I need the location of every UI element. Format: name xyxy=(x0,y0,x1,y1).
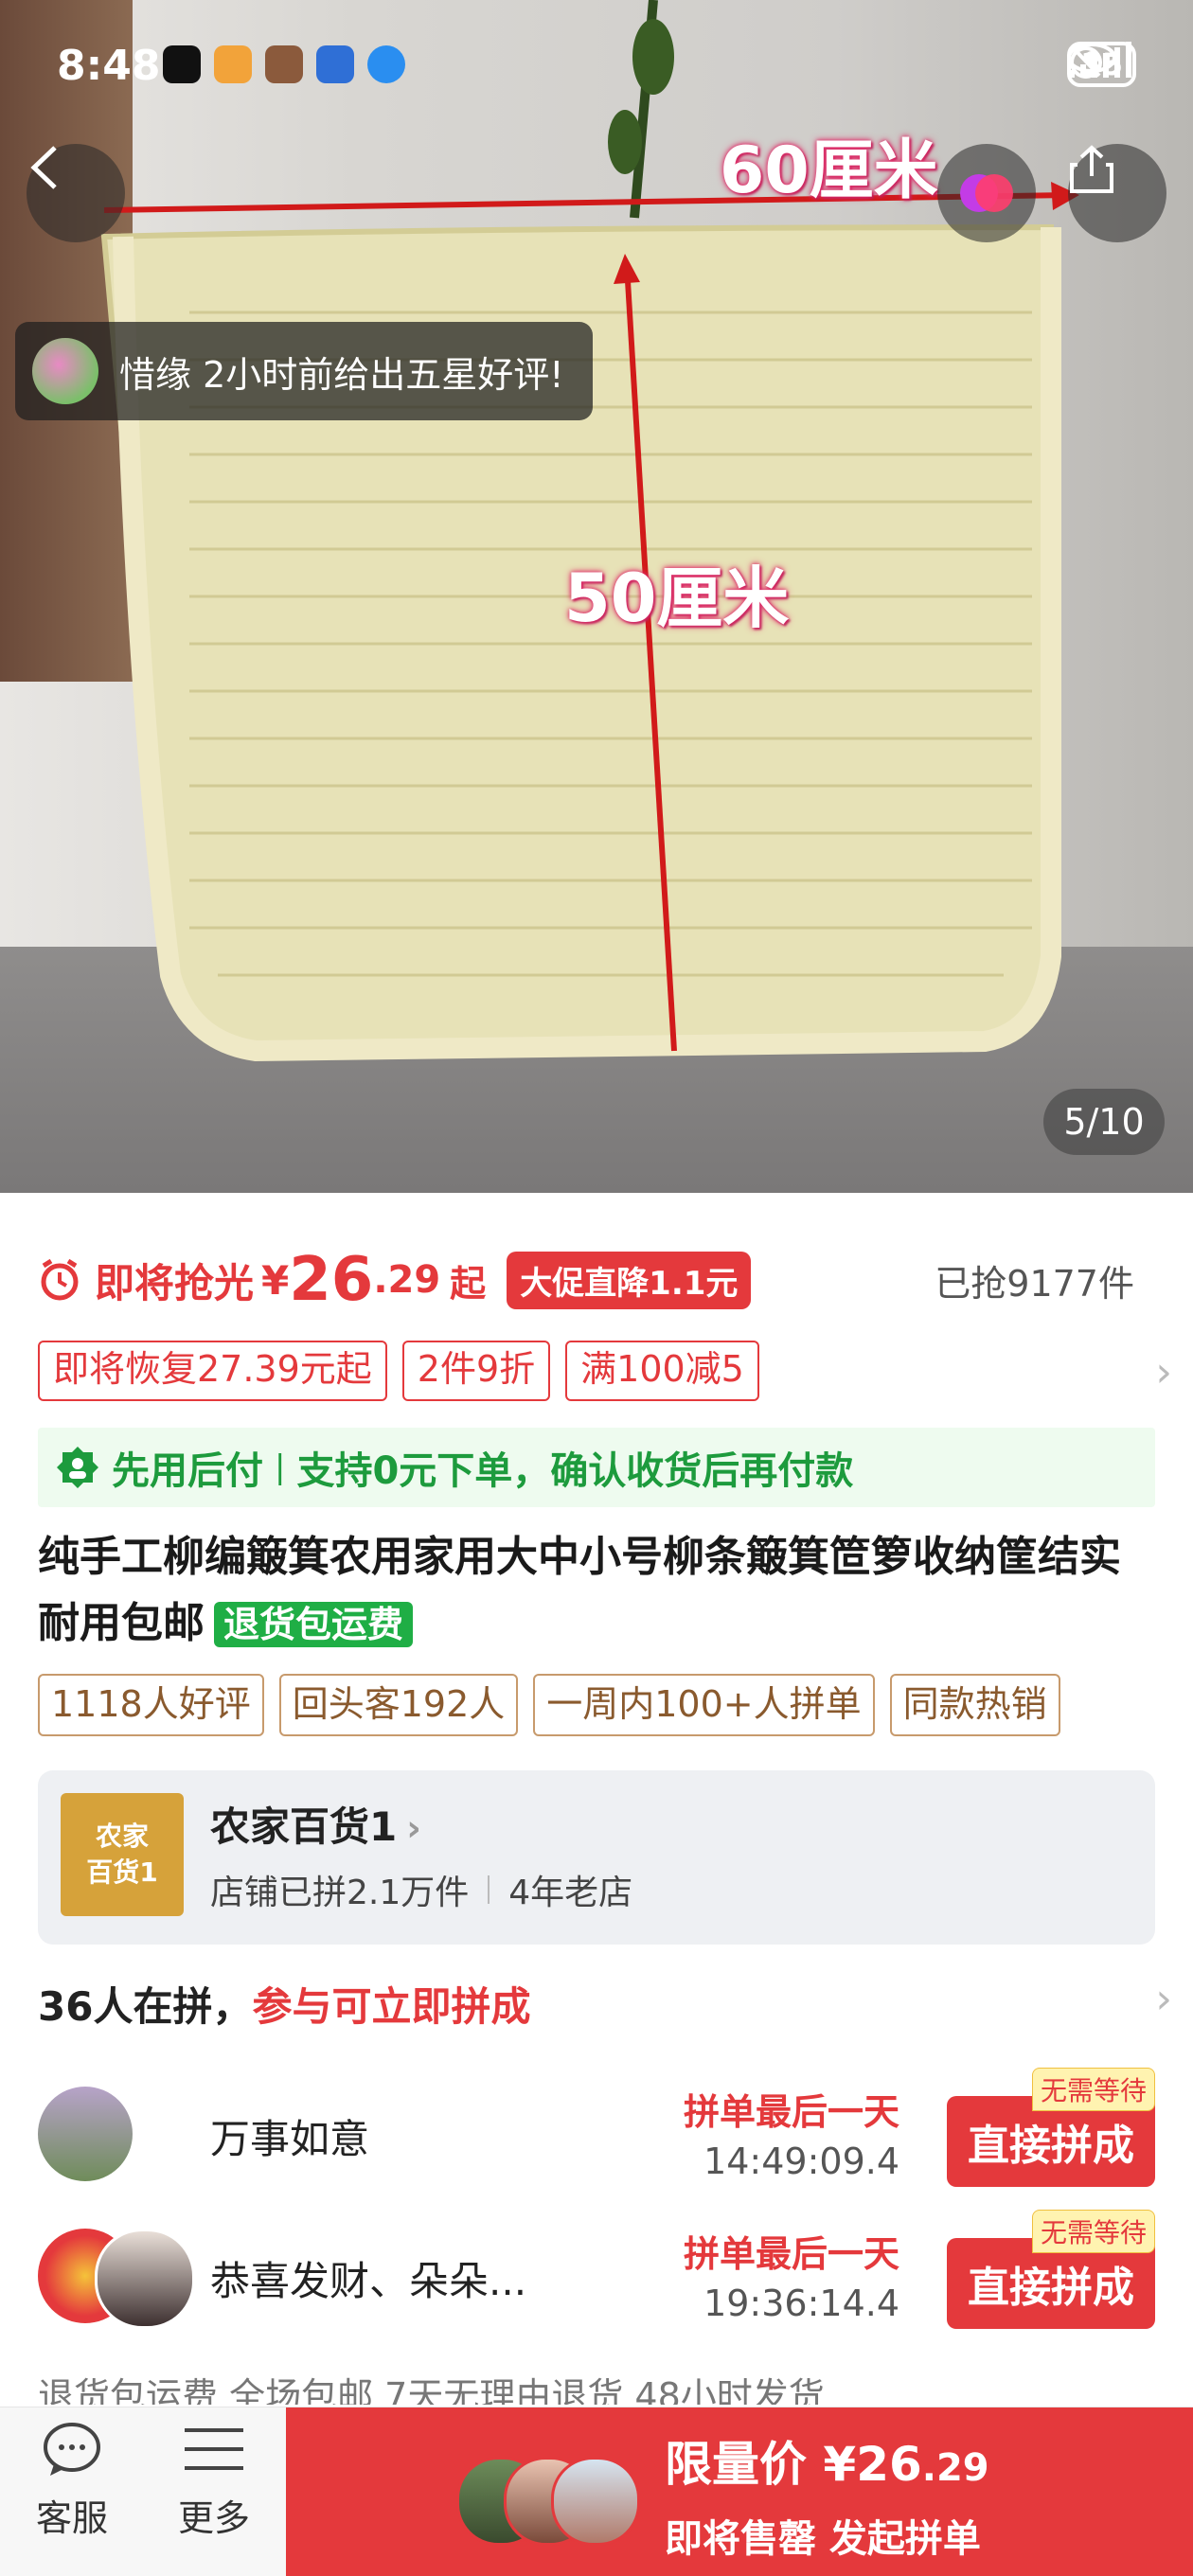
shop-logo-line1: 农家 xyxy=(95,1821,149,1852)
graduation-icon xyxy=(316,45,354,83)
share-button[interactable] xyxy=(1068,144,1166,242)
menu-icon xyxy=(185,2428,243,2470)
review-text: 惜缘 2小时前给出五星好评! xyxy=(119,353,564,396)
price-row: 即将抢光 ¥ 26 .29 起 大促直降1.1元 已抢9177件 xyxy=(38,1242,1155,1318)
limited-price: 限量价 ¥26.29 xyxy=(665,2426,989,2495)
app-icon-2 xyxy=(214,45,252,83)
start-group-label: 即将售罄 发起拼单 xyxy=(665,2517,981,2561)
stat-good-reviews: 1118人好评 xyxy=(38,1674,264,1736)
status-right: 35 xyxy=(1067,42,1136,87)
shop-card[interactable]: 农家 百货1 农家百货1 › 店铺已拼2.1万件 4年老店 xyxy=(38,1770,1155,1945)
group-buy-header[interactable]: 36人在拼，参与可立即拼成 › xyxy=(38,1975,1172,2037)
browser-icon xyxy=(367,45,405,83)
review-banner: 惜缘 2小时前给出五星好评! xyxy=(15,322,593,420)
favorite-button[interactable] xyxy=(937,144,1036,242)
group-leader-name: 万事如意 xyxy=(210,2116,370,2162)
pay-later-banner[interactable]: 先用后付 | 支持0元下单，确认收货后再付款 xyxy=(38,1428,1155,1507)
countdown-timer: 19:36:14.4 xyxy=(703,2283,899,2324)
group-leader-name: 恭喜发财、朵朵... xyxy=(210,2258,527,2304)
status-time: 8:48 xyxy=(57,42,161,90)
product-image-carousel[interactable]: 60厘米 50厘米 8:48 35 惜缘 2小时前给出五星好评! 5/10 xyxy=(0,0,1193,1193)
back-button[interactable] xyxy=(27,144,125,242)
no-wait-badge: 无需等待 xyxy=(1031,2068,1155,2111)
shop-name-text: 农家百货1 xyxy=(210,1803,398,1850)
limited-price-decimal: .29 xyxy=(921,2446,989,2490)
sellout-soon-label: 即将抢光 xyxy=(95,1259,255,1306)
coupon-full-reduction[interactable]: 满100减5 xyxy=(565,1341,759,1401)
alarm-clock-icon xyxy=(41,1258,79,1301)
more-label: 更多 xyxy=(177,2497,250,2539)
avatar xyxy=(551,2457,640,2546)
currency-symbol: ¥ xyxy=(261,1256,290,1304)
shop-logo: 农家百货1 xyxy=(61,1793,184,1916)
chevron-right-icon: › xyxy=(1155,1975,1172,2023)
group-deadline: 拼单最后一天 14:49:09.4 xyxy=(684,2083,899,2182)
group-count-label: 36人在拼， xyxy=(38,1983,253,2030)
coupon-row[interactable]: 即将恢复27.39元起 2件9折 满100减5 xyxy=(38,1341,1174,1401)
chevron-right-icon: › xyxy=(406,1807,421,1849)
limited-price-main: 限量价 ¥26 xyxy=(665,2437,922,2492)
status-app-icons xyxy=(163,45,405,83)
countdown-timer: 14:49:09.4 xyxy=(703,2141,899,2182)
reviewer-avatar xyxy=(32,338,98,404)
shop-logo-line2: 百货1 xyxy=(86,1856,158,1888)
price-integer: 26 xyxy=(289,1245,374,1315)
dimension-height-label: 50厘米 xyxy=(564,560,790,637)
stat-hot-seller: 同款热销 xyxy=(889,1674,1060,1736)
price-decimal: .29 xyxy=(373,1258,441,1302)
customer-service-label: 客服 xyxy=(35,2497,108,2539)
share-icon xyxy=(1070,145,1113,193)
shop-group-count: 店铺已拼2.1万件 xyxy=(210,1874,470,1912)
avatar xyxy=(38,2087,133,2181)
group-row: 万事如意 拼单最后一天 14:49:09.4 直接拼成 无需等待 xyxy=(38,2068,1155,2191)
return-shipping-tag: 退货包运费 xyxy=(214,1602,414,1647)
app-icon-3 xyxy=(265,45,303,83)
coupon-two-items[interactable]: 2件9折 xyxy=(401,1341,551,1401)
more-button[interactable]: 更多 xyxy=(148,2421,280,2541)
coupon-restore-price[interactable]: 即将恢复27.39元起 xyxy=(38,1341,387,1401)
sold-count: 已抢9177件 xyxy=(935,1262,1134,1305)
shop-meta-divider xyxy=(488,1875,490,1904)
chevron-right-icon[interactable]: › xyxy=(1155,1348,1172,1396)
buyer-avatars xyxy=(456,2457,640,2546)
avatar xyxy=(95,2229,195,2329)
deadline-label: 拼单最后一天 xyxy=(683,2233,899,2275)
pay-later-description: 支持0元下单，确认收货后再付款 xyxy=(296,1449,854,1493)
douyin-icon xyxy=(163,45,201,83)
promo-tag: 大促直降1.1元 xyxy=(507,1251,752,1309)
bottom-action-bar: 客服 更多 限量价 ¥26.29 即将售罄 发起拼单 xyxy=(0,2407,1193,2576)
chevron-left-icon xyxy=(30,146,57,189)
pay-later-divider: | xyxy=(275,1448,286,1486)
price-suffix: 起 xyxy=(450,1262,487,1305)
product-title-text: 纯手工柳编簸箕农用家用大中小号柳条簸箕笸箩收纳筐结实耐用包邮 xyxy=(38,1533,1121,1647)
stat-tags-row: 1118人好评 回头客192人 一周内100+人拼单 同款热销 xyxy=(38,1674,1193,1736)
no-wait-badge: 无需等待 xyxy=(1031,2210,1155,2253)
shop-meta: 店铺已拼2.1万件 4年老店 xyxy=(210,1865,632,1914)
dual-circle-icon xyxy=(960,174,1013,212)
group-row: 恭喜发财、朵朵... 拼单最后一天 19:36:14.4 直接拼成 无需等待 xyxy=(38,2210,1155,2333)
customer-service-button[interactable]: 客服 xyxy=(6,2421,138,2541)
pay-later-badge-icon xyxy=(57,1447,98,1488)
shop-age: 4年老店 xyxy=(508,1874,633,1912)
pay-later-title: 先用后付 xyxy=(112,1449,263,1493)
image-counter: 5/10 xyxy=(1043,1089,1165,1155)
signal-icon xyxy=(1069,42,1132,78)
group-deadline: 拼单最后一天 19:36:14.4 xyxy=(684,2225,899,2324)
shop-name[interactable]: 农家百货1 › xyxy=(210,1795,421,1853)
stat-weekly-orders: 一周内100+人拼单 xyxy=(533,1674,875,1736)
product-title: 纯手工柳编簸箕农用家用大中小号柳条簸箕笸箩收纳筐结实耐用包邮 退货包运费 xyxy=(38,1524,1155,1658)
group-buy-button[interactable]: 限量价 ¥26.29 即将售罄 发起拼单 xyxy=(286,2407,1193,2576)
chat-bubble-icon xyxy=(44,2423,100,2476)
service-guarantees: 退货包运费 全场包邮 7天无理由退货 48小时发货 xyxy=(38,2375,825,2405)
group-join-highlight: 参与可立即拼成 xyxy=(252,1983,531,2030)
status-bar: 8:48 35 xyxy=(0,0,1193,133)
stat-repeat-customers: 回头客192人 xyxy=(278,1674,519,1736)
deadline-label: 拼单最后一天 xyxy=(683,2091,899,2133)
